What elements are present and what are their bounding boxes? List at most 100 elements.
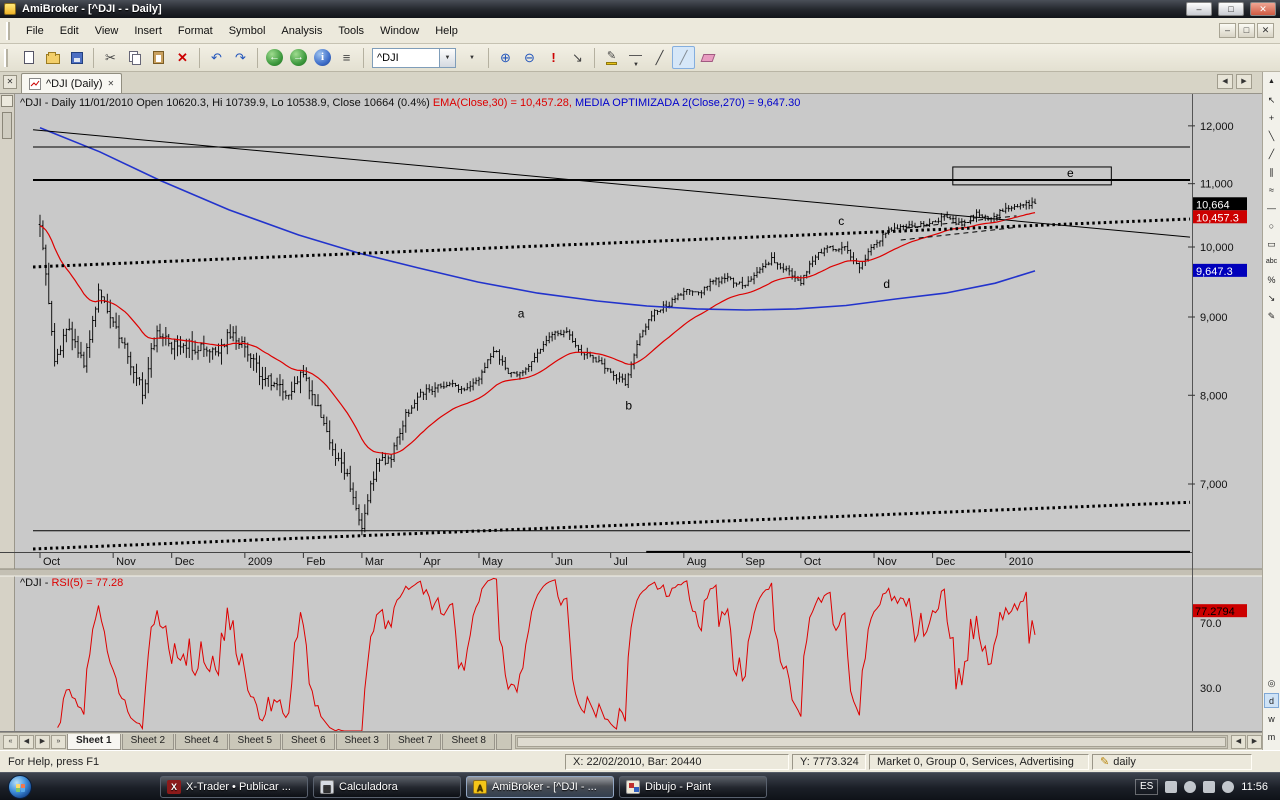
zoom-in-icon: ⊕ [500,50,511,66]
rectangle-tool-button[interactable]: ▭ [1264,236,1279,251]
menu-tools[interactable]: Tools [330,19,372,43]
sheet-tab-1[interactable]: Sheet 1 [67,734,121,750]
pencil-tool-button[interactable]: ✎ [1264,308,1279,323]
save-button[interactable] [65,46,88,69]
interval-daily-button[interactable]: d [1264,693,1279,708]
taskbar-button-label: Dibujo - Paint [645,781,711,793]
sheet-next-button[interactable]: ▶ [35,735,50,749]
tab-close-icon[interactable]: ✕ [108,79,115,88]
pane-close-button[interactable]: ✕ [3,75,17,89]
undo-button[interactable]: ↶ [205,46,228,69]
menu-format[interactable]: Format [170,19,221,43]
regression-tool-button[interactable]: ◎ [1264,675,1279,690]
taskbar-button-xtrader[interactable]: X X-Trader • Publicar ... [160,776,308,798]
new-button[interactable] [17,46,40,69]
menu-help[interactable]: Help [427,19,466,43]
tab-scroll-left-button[interactable]: ◀ [1217,74,1233,89]
parallel-lines-tool-button[interactable]: ∥ [1264,164,1279,179]
sheet-tab-4[interactable]: Sheet 4 [175,734,227,750]
rsi-marker-label: 77.2794 [1195,606,1235,618]
menu-view[interactable]: View [87,19,127,43]
line-color-button[interactable]: ✎ [600,46,623,69]
x-axis-label: May [482,556,503,568]
tray-update-icon[interactable] [1165,781,1177,793]
crosshair-tool-button[interactable]: + [1264,110,1279,125]
eraser-button[interactable] [696,46,719,69]
sheet-prev-button[interactable]: ◀ [19,735,34,749]
window-restore-button[interactable]: □ [1218,2,1244,16]
fib-retracement-tool-button[interactable]: % [1264,272,1279,287]
paste-button[interactable] [147,46,170,69]
redo-button[interactable]: ↷ [229,46,252,69]
mdi-restore-button[interactable]: □ [1238,23,1255,38]
tab-dji-daily[interactable]: ^DJI (Daily) ✕ [21,73,122,93]
sheet-tab-2[interactable]: Sheet 2 [122,734,174,750]
horizontal-scrollbar[interactable] [515,735,1228,749]
window-close-button[interactable]: ✕ [1250,2,1276,16]
window-minimize-button[interactable]: – [1186,2,1212,16]
curve-tool-button[interactable]: ≈ [1264,182,1279,197]
trendline-dotted-button[interactable]: ╱ [672,46,695,69]
cut-button[interactable]: ✂ [99,46,122,69]
menu-analysis[interactable]: Analysis [273,19,330,43]
menu-file[interactable]: File [18,19,52,43]
open-button[interactable] [41,46,64,69]
taskbar-clock[interactable]: 11:56 [1241,781,1268,793]
menu-symbol[interactable]: Symbol [221,19,274,43]
ray-tool-button[interactable]: ╱ [1264,146,1279,161]
zoom-out-button[interactable]: ⊖ [518,46,541,69]
tab-scroll-right-button[interactable]: ▶ [1236,74,1252,89]
sheet-tab-8[interactable]: Sheet 8 [442,734,494,750]
text-tool-button[interactable]: abc [1264,254,1279,269]
interval-weekly-button[interactable]: w [1264,711,1279,726]
symbol-combo-dropdown[interactable]: ▼ [440,48,456,68]
zoom-in-button[interactable]: ⊕ [494,46,517,69]
info-button[interactable]: i [311,46,334,69]
menu-edit[interactable]: Edit [52,19,87,43]
strip-scroll-up-button[interactable]: ▲ [1264,74,1279,89]
delete-button[interactable]: ✕ [171,46,194,69]
sheet-tab-7[interactable]: Sheet 7 [389,734,441,750]
select-tool-button[interactable]: ↖ [1264,92,1279,107]
taskbar-button-amibroker[interactable]: A AmiBroker - [^DJI - ... [466,776,614,798]
horizontal-line-tool-button[interactable]: — [1264,200,1279,215]
tray-volume-icon[interactable] [1203,781,1215,793]
scroll-right-button[interactable]: ▶ [1247,735,1262,749]
sheet-last-button[interactable]: » [51,735,66,749]
sheet-tab-5[interactable]: Sheet 5 [229,734,281,750]
alert-button[interactable]: ! [542,46,565,69]
sheet-first-button[interactable]: « [3,735,18,749]
symbol-input[interactable] [372,48,440,68]
taskbar-button-calculator[interactable]: ▦ Calculadora [313,776,461,798]
copy-button[interactable] [123,46,146,69]
scan-button[interactable]: ↘ [566,46,589,69]
sheet-tab-6[interactable]: Sheet 6 [282,734,334,750]
tray-network-icon[interactable] [1184,781,1196,793]
symbol-combo[interactable]: ▼ [372,48,456,68]
sheet-tab-stub[interactable] [496,734,512,750]
tray-shield-icon[interactable] [1222,781,1234,793]
trendline-button[interactable]: ╱ [648,46,671,69]
start-button[interactable] [8,775,32,799]
status-interval-pane[interactable]: ✎daily [1092,754,1252,770]
arrow-tool-button[interactable]: ↘ [1264,290,1279,305]
ellipse-tool-button[interactable]: ○ [1264,218,1279,233]
line-style-button[interactable]: —▼ [624,46,647,69]
trendline-tool-button[interactable]: ╲ [1264,128,1279,143]
titlebar: AmiBroker - [^DJI - - Daily] – □ ✕ [0,0,1280,18]
menu-window[interactable]: Window [372,19,427,43]
scrollbar-thumb[interactable] [517,737,1226,747]
menu-insert[interactable]: Insert [126,19,170,43]
sheet-tab-3[interactable]: Sheet 3 [336,734,388,750]
mdi-minimize-button[interactable]: – [1219,23,1236,38]
language-indicator[interactable]: ES [1135,779,1158,795]
mdi-close-button[interactable]: ✕ [1257,23,1274,38]
scroll-left-button[interactable]: ◀ [1231,735,1246,749]
chart-canvas[interactable]: OctNovDec2009FebMarAprMayJunJulAugSepOct… [0,94,1262,732]
symbol-list-dropdown-button[interactable]: ▼ [460,46,483,69]
taskbar-button-paint[interactable]: Dibujo - Paint [619,776,767,798]
back-button[interactable]: ← [263,46,286,69]
parameters-button[interactable]: ≡ [335,46,358,69]
interval-monthly-button[interactable]: m [1264,729,1279,744]
forward-button[interactable]: → [287,46,310,69]
